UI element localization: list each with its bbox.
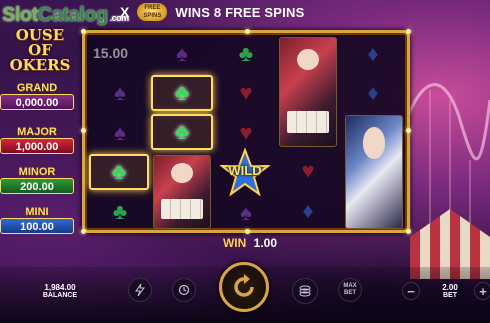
game-logo: OUSE OF OKERS <box>9 26 71 74</box>
lightning-icon <box>135 284 145 296</box>
plus-icon: + <box>479 283 487 299</box>
club-icon-winning: ♣ <box>151 114 213 150</box>
joker-symbol <box>153 155 211 229</box>
club-icon: ♣ <box>238 41 254 66</box>
decrease-bet-button[interactable]: − <box>402 282 420 300</box>
jackpot-major: MAJOR 1,000.00 <box>0 126 74 154</box>
max-bet-label-line2: BET <box>344 290 356 296</box>
club-icon: ♣ <box>112 199 128 224</box>
jackpot-grand: GRAND 0,000.00 <box>0 82 74 110</box>
balance-value: 1,984.00 <box>44 283 76 292</box>
jackpot-major-label: MAJOR <box>17 126 57 138</box>
max-bet-button[interactable]: MAX BET <box>338 278 362 302</box>
balance-display: 1,984.00 BALANCE <box>40 283 80 299</box>
max-bet-label-line1: MAX <box>343 283 357 289</box>
frame-bulb <box>406 29 411 34</box>
autoplay-icon <box>178 284 190 296</box>
bet-display: 2.00 BET <box>432 283 468 299</box>
jackpot-minor: MINOR 200.00 <box>0 166 74 194</box>
joker-symbol <box>279 37 337 147</box>
spade-icon: ♠ <box>240 200 252 225</box>
diamond-icon: ♦ <box>302 198 314 223</box>
autoplay-button[interactable] <box>172 278 196 302</box>
x-mark: X <box>120 4 130 20</box>
frame-bulb <box>406 128 411 133</box>
win-value: 1.00 <box>253 236 278 250</box>
spade-icon: ♠ <box>114 120 126 145</box>
bet-label: BET <box>443 292 457 299</box>
win-label: WIN <box>222 236 247 250</box>
minus-icon: − <box>407 283 415 299</box>
balance-label: BALANCE <box>42 292 78 299</box>
jackpot-minor-value: 200.00 <box>0 178 74 194</box>
frame-bulb <box>81 128 86 133</box>
wild-label: WILD <box>228 163 262 178</box>
diamond-icon: ♦ <box>367 41 379 66</box>
jackpot-grand-value: 0,000.00 <box>0 94 74 110</box>
jackpot-grand-label: GRAND <box>16 82 58 94</box>
spin-button[interactable] <box>219 262 269 312</box>
free-spins-icon: FREE SPINS <box>137 3 168 21</box>
jackpot-minor-label: MINOR <box>18 166 56 178</box>
club-icon-winning: ♣ <box>151 75 213 111</box>
club-icon-winning: ♣ <box>89 154 149 190</box>
diamond-icon: ♦ <box>367 80 379 105</box>
frame-bulb <box>81 229 86 234</box>
frame-bulb <box>406 229 411 234</box>
reel-grid: 15.00 ♠ ♠ ♣ ♣ ♠ ♣ ♣ ♣ ♥ ♥ ♠ ♥ ♦ ♦ ♦ <box>81 29 411 234</box>
heart-icon: ♥ <box>239 120 253 145</box>
spade-icon: ♠ <box>176 41 188 66</box>
jackpot-mini-value: 100.00 <box>0 218 74 234</box>
turbo-button[interactable] <box>128 278 152 302</box>
heart-icon: ♥ <box>301 158 315 183</box>
jackpot-mini-label: MINI <box>25 206 49 218</box>
increase-bet-button[interactable]: + <box>474 282 490 300</box>
free-spins-banner: X FREE SPINS WINS 8 FREE SPINS <box>120 2 304 22</box>
harlequin-symbol <box>345 115 403 229</box>
spin-arrow-icon <box>234 274 254 297</box>
spade-icon: ♠ <box>114 80 126 105</box>
free-spins-message: WINS 8 FREE SPINS <box>175 4 305 20</box>
jackpot-mini: MINI 100.00 <box>0 206 74 234</box>
coins-icon <box>299 285 311 297</box>
bet-value: 2.00 <box>442 283 458 292</box>
watermark: SlotCatalog .com <box>2 4 129 26</box>
frame-bulb <box>245 29 250 34</box>
heart-icon: ♥ <box>239 80 253 105</box>
frame-bulb <box>81 29 86 34</box>
reel-counter: 15.00 <box>93 45 129 61</box>
coins-button[interactable] <box>292 278 318 304</box>
roller-coaster-backdrop <box>400 83 490 230</box>
jackpot-major-value: 1,000.00 <box>0 138 74 154</box>
win-display: WIN 1.00 <box>200 236 300 250</box>
